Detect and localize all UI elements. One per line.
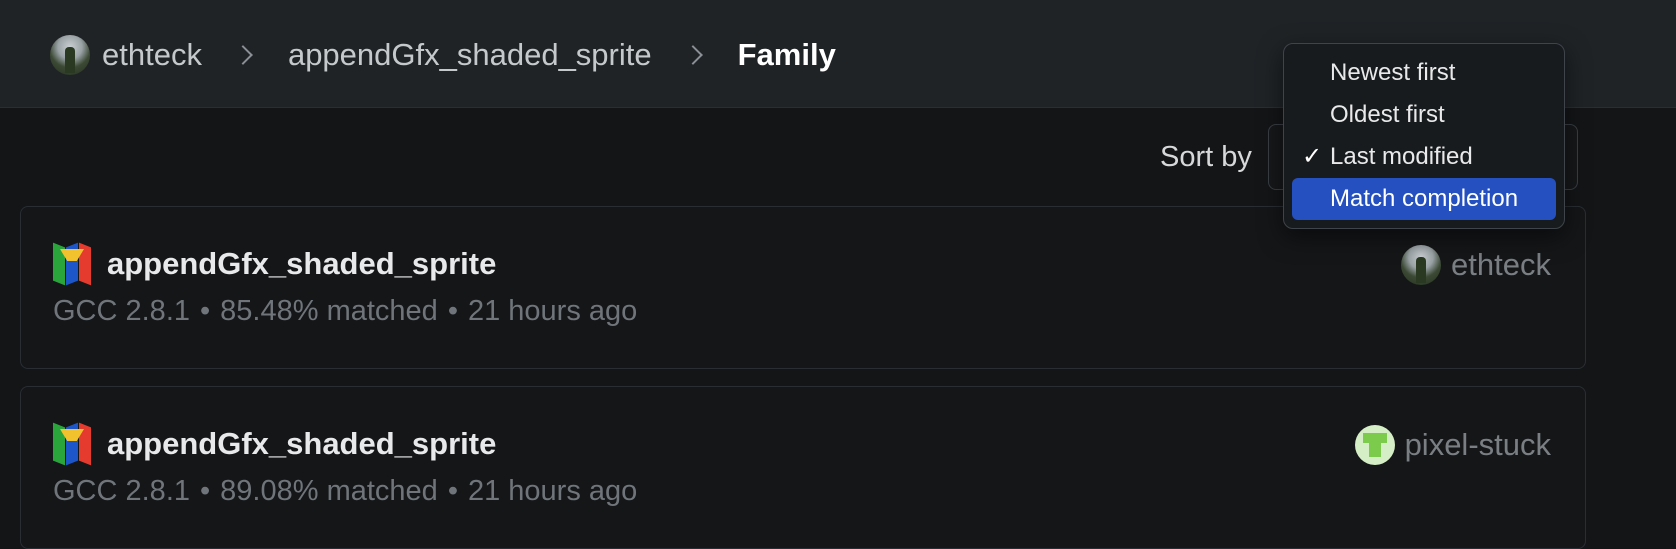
sort-dropdown-menu: Newest first Oldest first ✓ Last modifie… [1283, 43, 1565, 229]
menu-item-match-completion[interactable]: Match completion [1292, 178, 1556, 220]
menu-item-label: Match completion [1330, 185, 1519, 212]
separator-dot: • [200, 475, 211, 507]
n64-icon [53, 242, 91, 286]
card-title-row: appendGfx_shaded_sprite [53, 422, 496, 466]
checkmark-icon: ✓ [1302, 143, 1323, 170]
card-time: 21 hours ago [467, 295, 638, 327]
breadcrumb-user[interactable]: ethteck [102, 37, 202, 73]
n64-icon [53, 422, 91, 466]
menu-item-label: Newest first [1330, 59, 1456, 86]
owner-avatar [1401, 245, 1442, 285]
separator-dot: • [200, 295, 211, 327]
card-match: 89.08% matched [220, 475, 438, 507]
sort-label: Sort by [1160, 140, 1252, 173]
scratch-card[interactable]: appendGfx_shaded_sprite GCC 2.8.1 • 85.48%… [20, 206, 1586, 369]
separator-dot: • [447, 475, 458, 507]
chevron-right-icon [233, 45, 253, 65]
card-owner[interactable]: ethteck [1401, 245, 1551, 285]
card-match: 85.48% matched [220, 295, 438, 327]
card-meta: GCC 2.8.1 • 89.08% matched • 21 hours ago [53, 475, 637, 508]
user-avatar[interactable] [50, 35, 90, 75]
menu-item-label: Oldest first [1330, 101, 1445, 128]
menu-item-last-modified[interactable]: ✓ Last modified [1292, 136, 1556, 178]
chevron-right-icon [682, 45, 703, 65]
owner-name[interactable]: ethteck [1451, 247, 1551, 283]
card-time: 21 hours ago [467, 475, 638, 507]
card-title-row: appendGfx_shaded_sprite [53, 242, 496, 286]
owner-avatar [1354, 425, 1395, 465]
card-title[interactable]: appendGfx_shaded_sprite [107, 246, 496, 282]
menu-item-newest-first[interactable]: Newest first [1292, 52, 1556, 94]
card-title[interactable]: appendGfx_shaded_sprite [107, 426, 496, 462]
separator-dot: • [447, 295, 458, 327]
breadcrumb-current: Family [737, 37, 836, 72]
card-meta: GCC 2.8.1 • 85.48% matched • 21 hours ago [53, 295, 637, 328]
menu-item-label: Last modified [1330, 143, 1473, 170]
breadcrumb: ethteck appendGfx_shaded_sprite Family [50, 30, 836, 80]
breadcrumb-scratch[interactable]: appendGfx_shaded_sprite [288, 37, 652, 73]
card-compiler: GCC 2.8.1 [53, 475, 190, 507]
owner-name[interactable]: pixel-stuck [1405, 427, 1551, 463]
card-compiler: GCC 2.8.1 [53, 295, 190, 327]
menu-item-oldest-first[interactable]: Oldest first [1292, 94, 1556, 136]
card-owner[interactable]: pixel-stuck [1354, 425, 1551, 465]
scratch-card[interactable]: appendGfx_shaded_sprite GCC 2.8.1 • 89.08%… [20, 386, 1586, 549]
